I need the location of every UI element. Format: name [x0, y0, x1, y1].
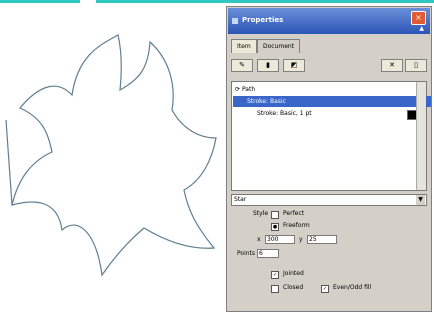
- list-item-selected[interactable]: Stroke: Basic: [233, 96, 431, 107]
- panel-titlebar[interactable]: Properties × ▲: [228, 8, 430, 34]
- close-button[interactable]: ×: [411, 11, 426, 25]
- pinwheel-path: [11, 34, 217, 277]
- evenodd-label: Even/Odd fill: [333, 284, 372, 291]
- list-item-label: Stroke: Basic: [247, 98, 286, 105]
- attribute-list[interactable]: ⟳ Path Stroke: Basic Stroke: Basic, 1 pt: [231, 81, 431, 191]
- pen-icon[interactable]: ✎: [231, 59, 253, 72]
- points-label: Points: [237, 250, 256, 257]
- style-radio-perfect[interactable]: [271, 211, 279, 219]
- tab-document[interactable]: Document: [257, 39, 301, 53]
- properties-panel: Properties × ▲ Item Document ✎ ▮ ◩ ✕ ▯ ⟳…: [226, 6, 432, 312]
- y-input[interactable]: 25: [307, 235, 337, 244]
- pinwheel-open-tail: [5, 119, 13, 206]
- pinwheel-shape[interactable]: [0, 20, 230, 290]
- trash-icon[interactable]: ▯: [405, 59, 427, 72]
- shape-type-dropdown[interactable]: Star ▼: [231, 194, 427, 206]
- points-input[interactable]: 6: [257, 249, 279, 258]
- collapse-icon[interactable]: ▲: [419, 25, 424, 32]
- tab-item[interactable]: Item: [231, 39, 257, 53]
- delete-icon[interactable]: ✕: [381, 59, 403, 72]
- closed-checkbox[interactable]: [271, 285, 279, 293]
- y-label: y: [299, 236, 303, 243]
- list-item[interactable]: ⟳ Path: [233, 84, 255, 95]
- style-option-label: Perfect: [283, 210, 305, 217]
- top-strip-left: [0, 0, 80, 3]
- list-scrollbar[interactable]: [416, 82, 426, 190]
- eraser-icon[interactable]: ◩: [283, 59, 305, 72]
- top-strip-right: [96, 0, 434, 3]
- panel-title: Properties: [242, 16, 284, 24]
- closed-label: Closed: [283, 284, 304, 291]
- x-label: x: [257, 236, 261, 243]
- style-radio-freeform[interactable]: ●: [271, 223, 279, 231]
- style-option-label: Freeform: [283, 222, 310, 229]
- brush-icon[interactable]: ▮: [257, 59, 279, 72]
- list-item-label: Path: [241, 86, 256, 93]
- path-icon: ⟳: [235, 86, 241, 93]
- top-accent-strip: [0, 0, 434, 3]
- panel-toolbar: ✎ ▮ ◩ ✕ ▯: [231, 57, 427, 75]
- jointed-label: Jointed: [283, 270, 304, 277]
- grip-icon[interactable]: [232, 18, 238, 24]
- x-input[interactable]: 300: [265, 235, 295, 244]
- list-item[interactable]: Stroke: Basic, 1 pt: [233, 108, 434, 120]
- chevron-down-icon[interactable]: ▼: [416, 195, 425, 205]
- dropdown-value: Star: [234, 196, 247, 203]
- list-item-label: Stroke: Basic, 1 pt: [257, 110, 312, 117]
- jointed-checkbox[interactable]: ✓: [271, 271, 279, 279]
- evenodd-checkbox[interactable]: ✓: [321, 285, 329, 293]
- style-label: Style: [253, 210, 269, 217]
